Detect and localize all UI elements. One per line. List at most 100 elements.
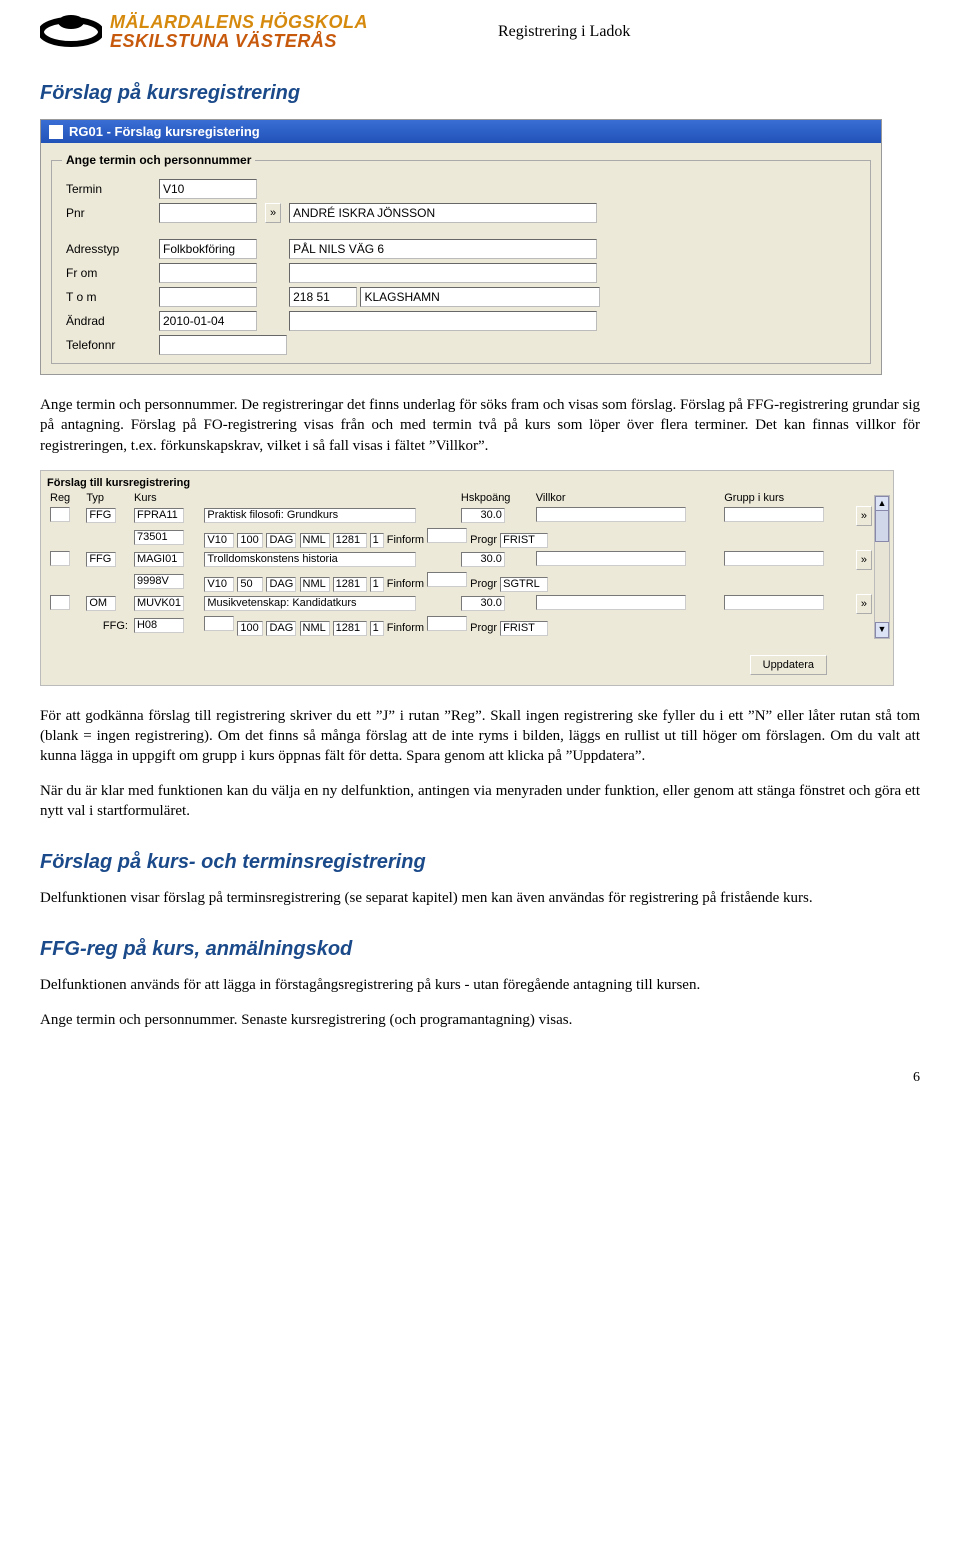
input-pnr[interactable] (159, 203, 257, 223)
para-1: Ange termin och personnummer. De registr… (40, 395, 920, 456)
logo-line2: ESKILSTUNA VÄSTERÅS (110, 32, 368, 51)
sub-prefix: FFG: (83, 615, 131, 637)
sub-cell: NML (300, 621, 330, 636)
sub-cell: 9998V (134, 574, 184, 589)
cell-hsk: 30.0 (461, 508, 505, 523)
para-sec2: Delfunktionen visar förslag på terminsre… (40, 888, 920, 908)
table-row: FFG MAGI01 Trolldomskonstens historia 30… (47, 549, 887, 571)
cell-code: MUVK01 (134, 596, 184, 611)
heading-forslag-kursreg: Förslag på kursregistrering (40, 82, 920, 105)
label-frorm: Fr om (62, 261, 155, 285)
expand-button[interactable]: » (856, 506, 872, 526)
heading-ffg: FFG-reg på kurs, anmälningskod (40, 938, 920, 961)
sub-label: Finform (387, 534, 424, 546)
para-3: När du är klar med funktionen kan du väl… (40, 781, 920, 822)
sub-cell: FRIST (500, 533, 548, 548)
scrollbar[interactable]: ▲ ▼ (874, 495, 890, 639)
input-street[interactable] (289, 239, 597, 259)
cell-hsk: 30.0 (461, 596, 505, 611)
window-title: RG01 - Förslag kursregistering (69, 124, 260, 139)
input-extra[interactable] (289, 311, 597, 331)
sub-cell (427, 528, 467, 543)
sub-cell: DAG (266, 621, 296, 636)
sub-cell (427, 572, 467, 587)
col-kurs: Kurs (131, 491, 201, 505)
sub-cell: NML (300, 577, 330, 592)
course-list-panel: Förslag till kursregistrering Reg Typ Ku… (40, 470, 894, 686)
sub-cell: 100 (237, 621, 263, 636)
sub-cell: DAG (266, 533, 296, 548)
title-bar: RG01 - Förslag kursregistering (41, 120, 881, 143)
label-tom: T o m (62, 285, 155, 309)
sub-cell: 50 (237, 577, 263, 592)
sub-cell: 1 (370, 533, 384, 548)
expand-button[interactable]: » (856, 550, 872, 570)
para-2: För att godkänna förslag till registreri… (40, 706, 920, 767)
table-row: FFG FPRA11 Praktisk filosofi: Grundkurs … (47, 505, 887, 527)
input-frorm[interactable] (159, 263, 257, 283)
sub-cell: SGTRL (500, 577, 548, 592)
sub-cell: V10 (204, 577, 234, 592)
input-reg[interactable] (50, 507, 70, 522)
input-name[interactable] (289, 203, 597, 223)
fieldset-legend: Ange termin och personnummer (62, 153, 255, 167)
cell-typ[interactable]: OM (86, 596, 116, 611)
expand-button[interactable]: » (856, 594, 872, 614)
page-header: MÄLARDALENS HÖGSKOLA ESKILSTUNA VÄSTERÅS… (40, 12, 920, 52)
cell-name: Trolldomskonstens historia (204, 552, 416, 567)
fieldset-termin-pnr: Ange termin och personnummer Termin Pnr … (51, 153, 871, 364)
cell-villkor (536, 551, 686, 566)
sub-label: Progr (470, 578, 497, 590)
input-grupp[interactable] (724, 595, 824, 610)
cell-typ[interactable]: FFG (86, 508, 116, 523)
input-grupp[interactable] (724, 551, 824, 566)
scroll-down-icon[interactable]: ▼ (875, 622, 889, 638)
col-reg: Reg (47, 491, 83, 505)
input-grupp[interactable] (724, 507, 824, 522)
sub-label: Finform (387, 622, 424, 634)
page-number: 6 (40, 1070, 920, 1086)
lookup-button[interactable]: » (265, 203, 281, 223)
course-table: Reg Typ Kurs Hskpoäng Villkor Grupp i ku… (47, 491, 887, 637)
cell-name: Musikvetenskap: Kandidatkurs (204, 596, 416, 611)
table-subrow: 9998V V10 50 DAG NML 1281 1 Finform Prog… (47, 571, 887, 593)
label-termin: Termin (62, 177, 155, 201)
scroll-thumb[interactable] (875, 510, 889, 542)
table-subrow: FFG: H08 100 DAG NML 1281 1 Finform Prog… (47, 615, 887, 637)
input-city[interactable] (360, 287, 600, 307)
col-typ: Typ (83, 491, 131, 505)
sub-cell (427, 616, 467, 631)
cell-villkor (536, 595, 686, 610)
input-zip[interactable] (289, 287, 357, 307)
col-grp: Grupp i kurs (721, 491, 853, 505)
input-termin[interactable] (159, 179, 257, 199)
input-reg[interactable] (50, 595, 70, 610)
sub-cell: DAG (266, 577, 296, 592)
input-street2[interactable] (289, 263, 597, 283)
logo-line1: MÄLARDALENS HÖGSKOLA (110, 13, 368, 32)
sub-cell: FRIST (500, 621, 548, 636)
label-andrad: Ändrad (62, 309, 155, 333)
logo-text: MÄLARDALENS HÖGSKOLA ESKILSTUNA VÄSTERÅS (110, 13, 368, 51)
heading-kurs-termin: Förslag på kurs- och terminsregistrering (40, 851, 920, 874)
cell-code: MAGI01 (134, 552, 184, 567)
sub-label: Progr (470, 622, 497, 634)
para-sec3-1: Delfunktionen används för att lägga in f… (40, 975, 920, 995)
cell-villkor (536, 507, 686, 522)
sub-cell: 1 (370, 621, 384, 636)
input-tom[interactable] (159, 287, 257, 307)
update-button[interactable]: Uppdatera (750, 655, 827, 675)
sub-cell: V10 (204, 533, 234, 548)
sub-cell: 1 (370, 577, 384, 592)
cell-typ[interactable]: FFG (86, 552, 116, 567)
cell-hsk: 30.0 (461, 552, 505, 567)
input-reg[interactable] (50, 551, 70, 566)
input-andrad[interactable] (159, 311, 257, 331)
sub-cell: 1281 (333, 533, 367, 548)
para-sec3-2: Ange termin och personnummer. Senaste ku… (40, 1010, 920, 1030)
window-rg01: RG01 - Förslag kursregistering Ange term… (40, 119, 882, 375)
window-icon (49, 125, 63, 139)
input-adresstyp[interactable] (159, 239, 257, 259)
input-telefonnr[interactable] (159, 335, 287, 355)
col-hsk: Hskpoäng (458, 491, 533, 505)
